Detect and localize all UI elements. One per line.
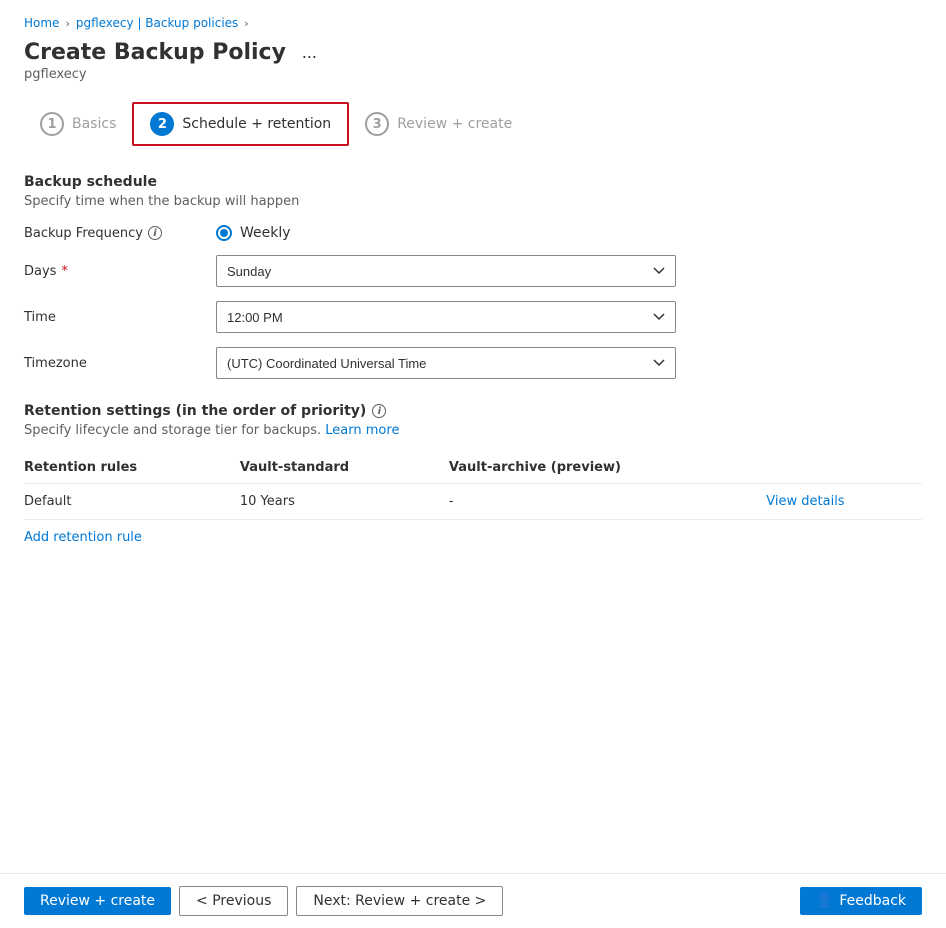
retention-title: Retention settings (in the order of prio…	[24, 403, 366, 419]
backup-frequency-label: Backup Frequency i	[24, 226, 204, 241]
days-required-star: *	[61, 264, 68, 279]
step-label-basics: Basics	[72, 116, 116, 132]
table-row: Default 10 Years - View details	[24, 484, 922, 520]
breadcrumb-policy[interactable]: pgflexecy | Backup policies	[76, 16, 238, 30]
timezone-control: (UTC) Coordinated Universal Time (UTC-05…	[216, 347, 922, 379]
backup-frequency-row: Backup Frequency i Weekly	[24, 225, 922, 241]
col-header-actions	[766, 454, 922, 484]
feedback-icon: 👤	[816, 893, 833, 909]
breadcrumb-home[interactable]: Home	[24, 16, 59, 30]
wizard-step-review[interactable]: 3 Review + create	[349, 104, 528, 144]
time-row: Time 12:00 AM 1:00 AM 2:00 AM 3:00 AM 4:…	[24, 301, 922, 333]
wizard-steps: 1 Basics 2 Schedule + retention 3 Review…	[24, 102, 922, 146]
weekly-label: Weekly	[240, 225, 291, 241]
days-label: Days *	[24, 264, 204, 279]
review-create-button[interactable]: Review + create	[24, 887, 171, 915]
row-rule-name: Default	[24, 484, 240, 520]
ellipsis-button[interactable]: ...	[296, 40, 323, 65]
previous-button[interactable]: < Previous	[179, 886, 288, 916]
backup-frequency-control: Weekly	[216, 225, 922, 241]
timezone-select[interactable]: (UTC) Coordinated Universal Time (UTC-05…	[216, 347, 676, 379]
row-vault-archive: -	[449, 484, 766, 520]
page-title: Create Backup Policy	[24, 40, 286, 65]
step-label-schedule: Schedule + retention	[182, 116, 331, 132]
wizard-step-schedule[interactable]: 2 Schedule + retention	[132, 102, 349, 146]
step-label-review: Review + create	[397, 116, 512, 132]
page-subtitle: pgflexecy	[24, 67, 922, 82]
weekly-radio[interactable]	[216, 225, 232, 241]
time-select[interactable]: 12:00 AM 1:00 AM 2:00 AM 3:00 AM 4:00 AM…	[216, 301, 676, 333]
backup-schedule-subtitle: Specify time when the backup will happen	[24, 194, 922, 209]
retention-table: Retention rules Vault-standard Vault-arc…	[24, 454, 922, 520]
row-vault-standard: 10 Years	[240, 484, 449, 520]
frequency-radio-group: Weekly	[216, 225, 291, 241]
add-retention-rule-link[interactable]: Add retention rule	[24, 530, 142, 545]
retention-subtitle: Specify lifecycle and storage tier for b…	[24, 423, 922, 438]
backup-schedule-title: Backup schedule	[24, 174, 922, 190]
learn-more-link[interactable]: Learn more	[325, 423, 399, 438]
view-details-link[interactable]: View details	[766, 494, 844, 509]
next-button[interactable]: Next: Review + create >	[296, 886, 503, 916]
retention-header: Retention settings (in the order of prio…	[24, 403, 922, 419]
col-header-rules: Retention rules	[24, 454, 240, 484]
breadcrumb: Home › pgflexecy | Backup policies ›	[24, 16, 922, 30]
footer-bar: Review + create < Previous Next: Review …	[0, 873, 946, 928]
step-circle-3: 3	[365, 112, 389, 136]
frequency-info-icon[interactable]: i	[148, 226, 162, 240]
breadcrumb-chevron-2: ›	[244, 17, 248, 30]
wizard-step-basics[interactable]: 1 Basics	[24, 104, 132, 144]
days-row: Days * Sunday Monday Tuesday Wednesday T…	[24, 255, 922, 287]
time-control: 12:00 AM 1:00 AM 2:00 AM 3:00 AM 4:00 AM…	[216, 301, 922, 333]
step-circle-1: 1	[40, 112, 64, 136]
step-circle-2: 2	[150, 112, 174, 136]
timezone-row: Timezone (UTC) Coordinated Universal Tim…	[24, 347, 922, 379]
col-header-vault-standard: Vault-standard	[240, 454, 449, 484]
feedback-button[interactable]: 👤 Feedback	[800, 887, 922, 915]
retention-info-icon[interactable]: i	[372, 404, 386, 418]
feedback-label: Feedback	[839, 893, 906, 909]
time-label: Time	[24, 310, 204, 325]
retention-section: Retention settings (in the order of prio…	[24, 403, 922, 545]
days-control: Sunday Monday Tuesday Wednesday Thursday…	[216, 255, 922, 287]
days-select[interactable]: Sunday Monday Tuesday Wednesday Thursday…	[216, 255, 676, 287]
timezone-label: Timezone	[24, 356, 204, 371]
breadcrumb-chevron-1: ›	[65, 17, 69, 30]
col-header-vault-archive: Vault-archive (preview)	[449, 454, 766, 484]
